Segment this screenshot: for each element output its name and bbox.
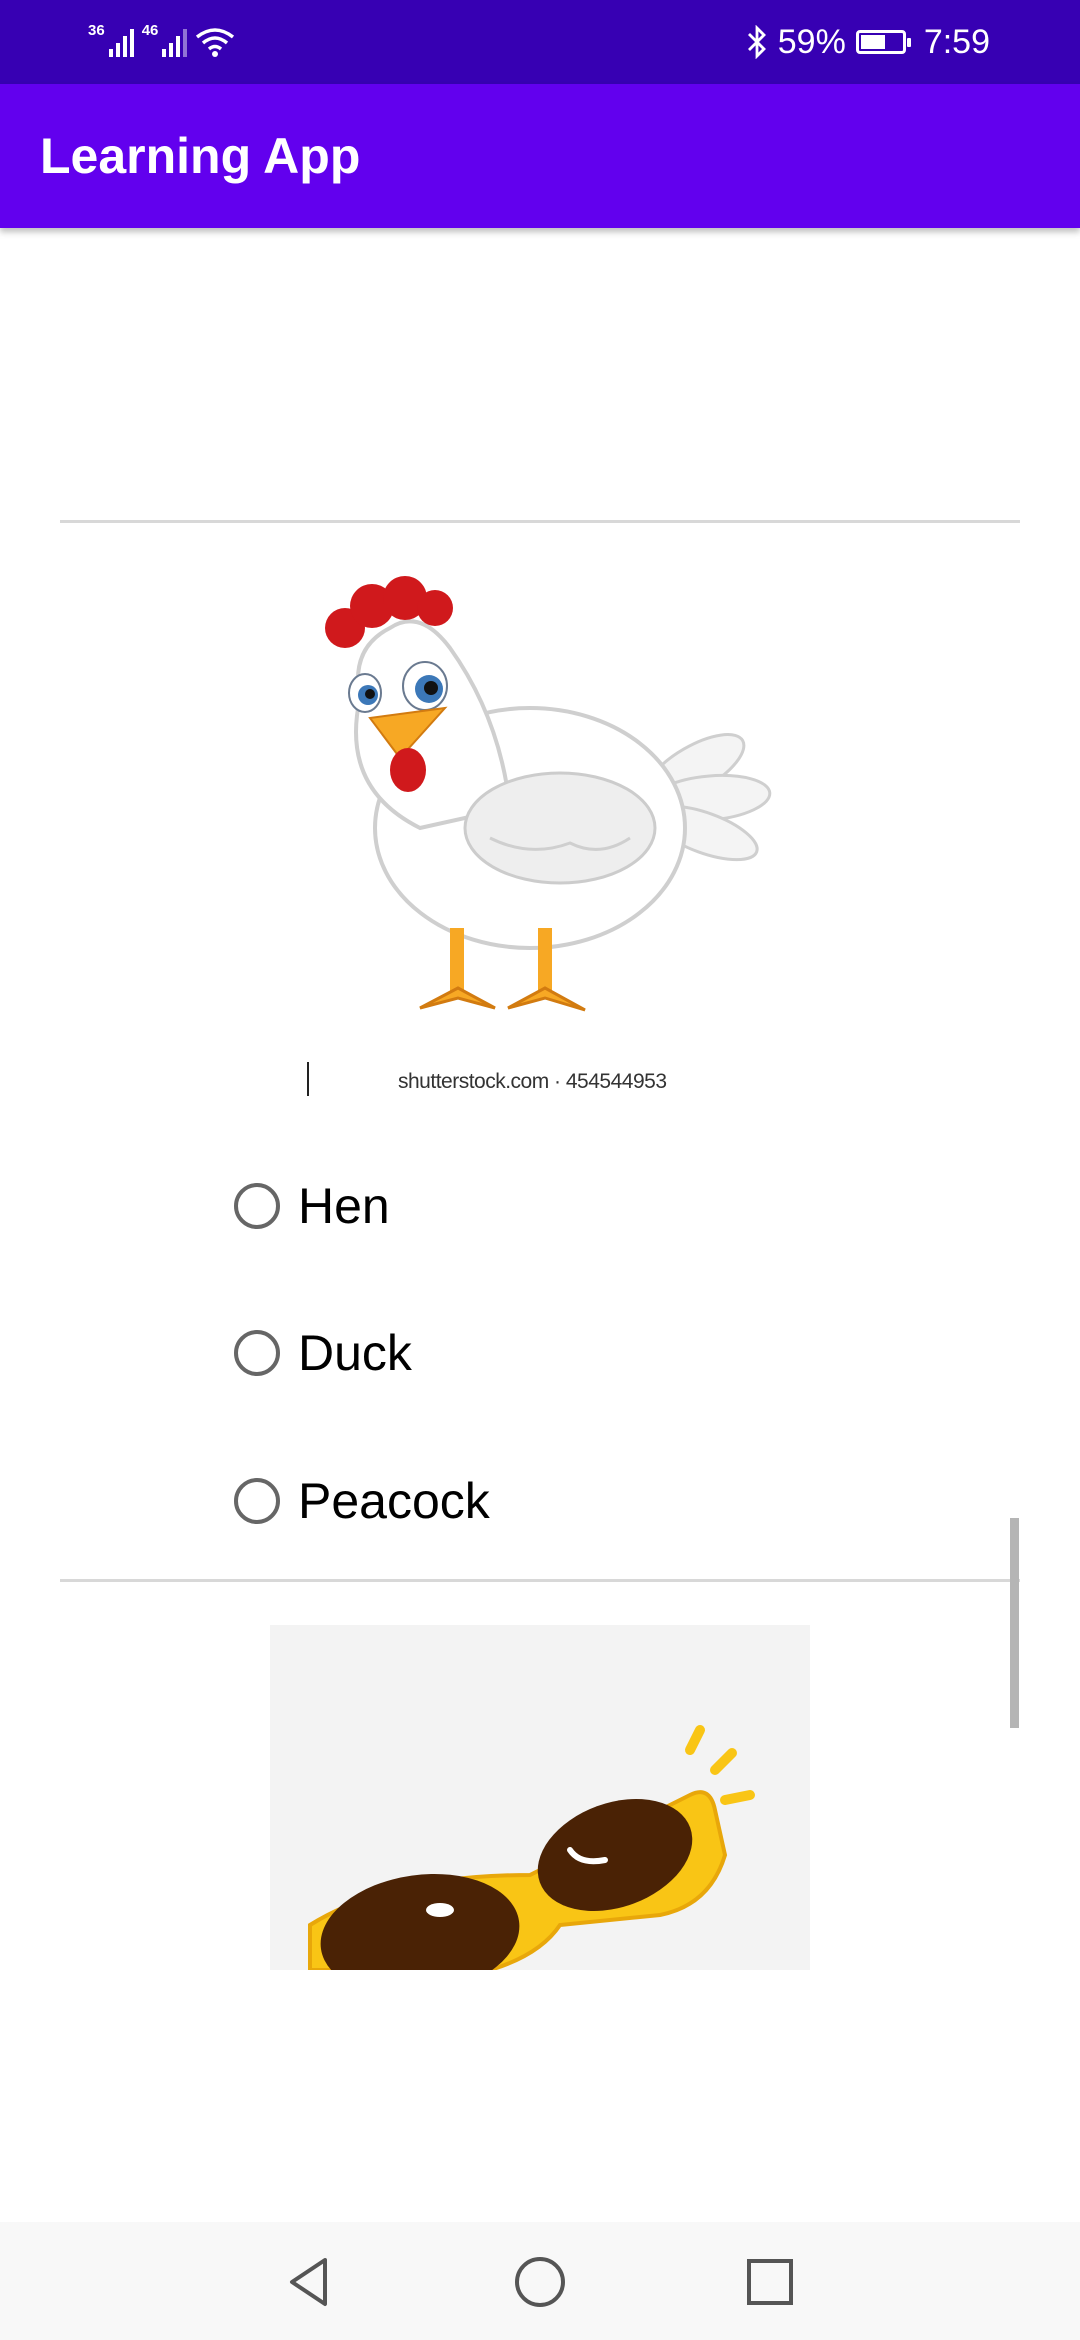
bluetooth-icon: [747, 25, 766, 59]
battery-icon: [855, 30, 911, 54]
wifi-icon: [196, 28, 235, 57]
status-bar: 36 46 59% 7:59: [0, 0, 1080, 84]
clock: 7:59: [923, 22, 990, 61]
text-cursor: [307, 1062, 309, 1096]
system-nav-bar: [0, 2222, 1080, 2340]
back-triangle-icon[interactable]: [280, 2252, 340, 2312]
cell-signal-2-icon: [162, 27, 188, 57]
image-caption: shutterstock.com · 454544953: [398, 1070, 667, 1093]
signal-1-label: 36: [88, 21, 105, 39]
option-divider: [60, 1579, 1020, 1582]
option-duck[interactable]: Duck: [234, 1313, 412, 1393]
radio-button-duck[interactable]: [234, 1330, 280, 1376]
sunglasses-icon: [308, 1725, 755, 1970]
recents-square-icon[interactable]: [740, 2252, 800, 2312]
radio-button-peacock[interactable]: [234, 1478, 280, 1524]
cell-signal-icon: [108, 27, 134, 57]
quiz-content[interactable]: shutterstock.com · 454544953 Hen Duck Pe…: [0, 228, 1080, 1970]
hen-image: [325, 576, 772, 1012]
signal-2-label: 46: [141, 21, 159, 39]
scrollbar-thumb[interactable]: [1010, 1518, 1019, 1728]
status-left: 36 46: [88, 0, 235, 84]
battery-percent: 59%: [777, 22, 846, 61]
option-peacock[interactable]: Peacock: [234, 1461, 490, 1541]
option-duck-label: Duck: [298, 1325, 412, 1381]
status-right: 59% 7:59: [746, 0, 990, 84]
option-hen[interactable]: Hen: [234, 1166, 390, 1246]
app-title: Learning App: [40, 128, 361, 184]
home-circle-icon[interactable]: [510, 2252, 570, 2312]
top-divider: [60, 520, 1020, 523]
app-bar: Learning App: [0, 84, 1080, 228]
option-peacock-label: Peacock: [298, 1473, 490, 1529]
radio-button-hen[interactable]: [234, 1183, 280, 1229]
option-hen-label: Hen: [298, 1178, 390, 1234]
sunglasses-image: [270, 1625, 810, 1970]
